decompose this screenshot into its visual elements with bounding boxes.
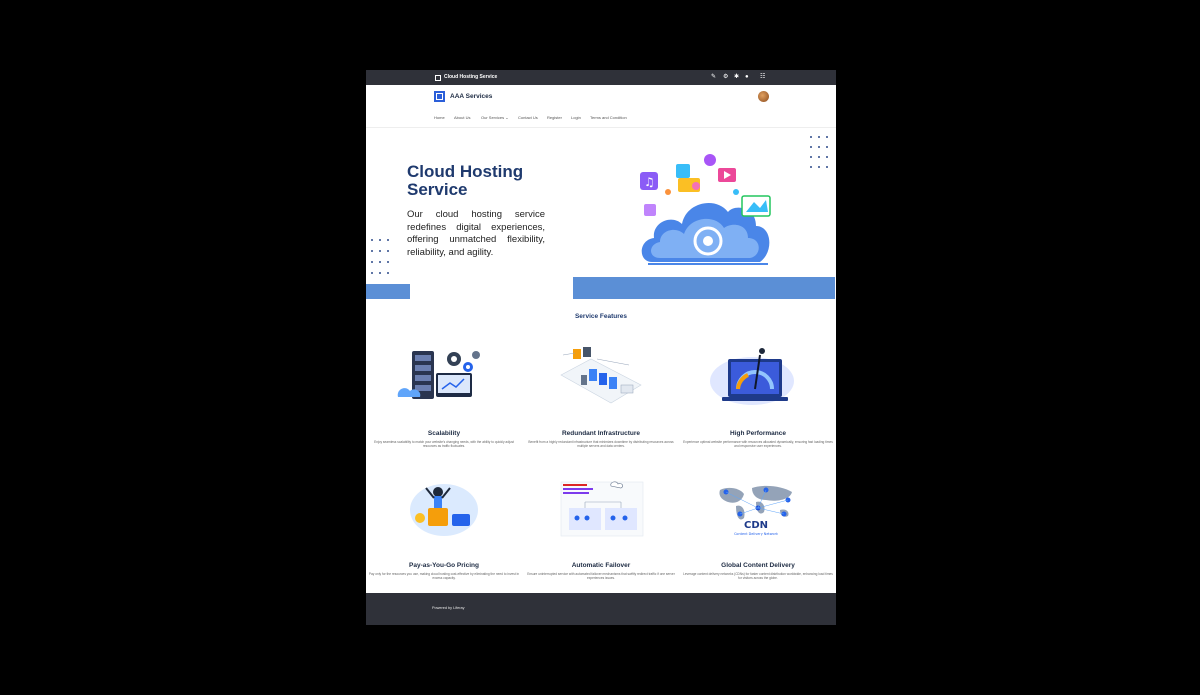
server-gears-icon [397, 351, 480, 399]
gear-icon[interactable]: ⚙ [723, 74, 728, 80]
cloud-illustration-icon: ♫ [640, 154, 771, 265]
hero-title-line1: Cloud Hosting [407, 162, 524, 181]
nav-item-home[interactable]: Home [434, 115, 445, 120]
cdn-label: CDN [744, 520, 768, 531]
nav-item-our-services-label: Our Services [481, 115, 505, 120]
brand-logo-icon[interactable] [434, 91, 445, 102]
feature-title-pay-as-you-go: Pay-as-You-Go Pricing [409, 562, 479, 569]
feature-desc-pay-as-you-go: Pay only for the resources you use, maki… [368, 572, 520, 581]
browser-page: Cloud Hosting Service ✎ ⚙ ✱ ● ☷ AAA Serv… [366, 70, 836, 625]
feature-desc-redundant-infrastructure: Benefit from a highly redundant infrastr… [528, 440, 674, 449]
svg-text:♫: ♫ [644, 175, 655, 189]
hero-title-line2: Service [407, 180, 468, 199]
brand-name[interactable]: AAA Services [450, 93, 492, 100]
nav-item-contact-us[interactable]: Contact Us [518, 115, 538, 120]
features-heading: Service Features [574, 313, 628, 320]
feature-title-global-content-delivery: Global Content Delivery [721, 562, 795, 569]
footer: Powered by Liferay [366, 593, 836, 625]
data-center-icon [560, 347, 642, 404]
pencil-icon[interactable]: ✎ [711, 74, 716, 80]
feature-desc-scalability: Enjoy seamless scalability to match your… [374, 440, 514, 449]
nav-item-about-us[interactable]: About Us [454, 115, 470, 120]
control-menu-title: Cloud Hosting Service [444, 74, 498, 80]
chevron-down-icon: ⌄ [505, 115, 509, 120]
hero-title: Cloud Hosting Service [407, 163, 567, 199]
cdn-map-icon: CDN Content Delivery Network [719, 485, 792, 536]
accent-band-right [573, 277, 835, 299]
payment-icon [410, 484, 478, 536]
speedometer-icon [710, 348, 794, 405]
failover-diagram-icon [560, 481, 644, 537]
grid-icon[interactable]: ☷ [760, 74, 765, 80]
nav-item-terms[interactable]: Terms and Condition [590, 115, 627, 120]
feature-desc-automatic-failover: Ensure uninterrupted service with automa… [527, 572, 675, 581]
footer-powered-by[interactable]: Powered by Liferay [432, 606, 465, 610]
settings-icon[interactable]: ✱ [734, 74, 739, 80]
feature-title-high-performance: High Performance [730, 430, 786, 437]
page-icon[interactable] [435, 75, 441, 81]
feature-desc-global-content-delivery: Leverage content delivery networks (CDNs… [683, 572, 833, 581]
nav-item-register[interactable]: Register [547, 115, 562, 120]
hero-description: Our cloud hosting service redefines digi… [407, 209, 545, 258]
feature-title-scalability: Scalability [427, 430, 461, 437]
nav-item-our-services[interactable]: Our Services ⌄ [481, 115, 509, 120]
info-icon[interactable]: ● [745, 74, 749, 80]
divider [366, 127, 836, 128]
cdn-sublabel: Content Delivery Network [734, 532, 778, 536]
user-avatar[interactable] [758, 91, 769, 102]
feature-title-automatic-failover: Automatic Failover [571, 562, 631, 569]
nav-item-login[interactable]: Login [571, 115, 581, 120]
feature-desc-high-performance: Experience optimal website performance w… [683, 440, 833, 449]
accent-band-left [366, 284, 410, 299]
feature-title-redundant-infrastructure: Redundant Infrastructure [561, 430, 640, 437]
control-menu: Cloud Hosting Service ✎ ⚙ ✱ ● ☷ [366, 70, 836, 85]
